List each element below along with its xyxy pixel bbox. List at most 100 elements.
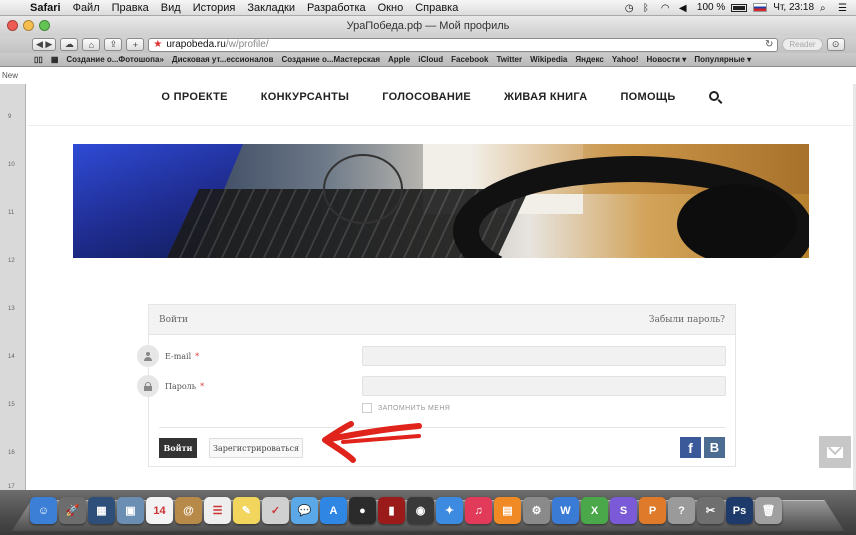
browser-window: УраПобеда.рф — Мой профиль ◀ ▶ ☁ ⌂ ⇪ + ★…	[0, 16, 856, 490]
downloads-icon[interactable]: ⊙	[826, 38, 845, 51]
email-field[interactable]	[362, 346, 726, 366]
excel-icon[interactable]: X	[581, 497, 608, 524]
menu-window[interactable]: Окно	[372, 2, 410, 14]
envelope-icon	[827, 446, 843, 458]
bookmark-item[interactable]: Twitter	[492, 55, 526, 64]
facetime-icon[interactable]: ●	[349, 497, 376, 524]
reload-icon[interactable]: ↻	[765, 39, 773, 50]
ruler-tick: 9	[8, 114, 12, 120]
bookmark-item[interactable]: Популярные ▾	[690, 55, 755, 64]
ibooks-icon[interactable]: ▤	[494, 497, 521, 524]
top-sites-icon[interactable]: ▦	[47, 55, 63, 64]
notification-center-icon[interactable]: ☰	[838, 3, 850, 14]
register-button[interactable]: Зарегистрироваться	[209, 438, 303, 458]
address-bar[interactable]: ★ urapobeda.ru/w/profile/ ↻	[148, 37, 779, 52]
notes-icon[interactable]: ✎	[233, 497, 260, 524]
vk-login-icon[interactable]: B	[704, 437, 725, 458]
nav-contestants[interactable]: КОНКУРСАНТЫ	[261, 91, 349, 103]
zoom-window-button[interactable]	[39, 20, 50, 31]
nav-living-book[interactable]: ЖИВАЯ КНИГА	[504, 91, 588, 103]
battery-icon[interactable]	[731, 3, 748, 12]
remember-me[interactable]: ЗАПОМНИТЬ МЕНЯ	[362, 403, 450, 413]
bookmark-item[interactable]: Создание о...Фотошопа»	[62, 55, 168, 64]
login-button[interactable]: Войти	[159, 438, 197, 458]
menu-edit[interactable]: Правка	[106, 2, 155, 14]
textedit-icon[interactable]: ✓	[262, 497, 289, 524]
password-field[interactable]	[362, 376, 726, 396]
volume-icon[interactable]: ◀	[679, 3, 691, 14]
contacts-icon[interactable]: @	[175, 497, 202, 524]
battery-percent: 100 %	[696, 2, 726, 13]
facebook-login-icon[interactable]: f	[680, 437, 701, 458]
site-nav: О ПРОЕКТЕ КОНКУРСАНТЫ ГОЛОСОВАНИЕ ЖИВАЯ …	[27, 68, 853, 126]
utility-icon[interactable]: ✂	[697, 497, 724, 524]
nav-voting[interactable]: ГОЛОСОВАНИЕ	[382, 91, 471, 103]
menu-history[interactable]: История	[187, 2, 242, 14]
messages-icon[interactable]: 💬	[291, 497, 318, 524]
bookmark-item[interactable]: Wikipedia	[526, 55, 571, 64]
bookmark-item[interactable]: Yahoo!	[608, 55, 643, 64]
app-store-icon[interactable]: A	[320, 497, 347, 524]
mission-control-icon[interactable]: ▦	[88, 497, 115, 524]
window-title: УраПобеда.рф — Мой профиль	[346, 20, 510, 32]
menu-develop[interactable]: Разработка	[301, 2, 372, 14]
calendar-icon[interactable]: 14	[146, 497, 173, 524]
red-annotation-arrow	[322, 421, 422, 463]
menu-file[interactable]: Файл	[67, 2, 106, 14]
time-machine-icon[interactable]: ◷	[625, 3, 637, 14]
menu-bar: Safari Файл Правка Вид История Закладки …	[0, 0, 856, 16]
system-preferences-icon[interactable]: ⚙	[523, 497, 550, 524]
photoshop-icon[interactable]: Ps	[726, 497, 753, 524]
itunes-icon[interactable]: ♫	[465, 497, 492, 524]
safari-icon[interactable]: ✦	[436, 497, 463, 524]
finder-icon[interactable]: ☺	[30, 497, 57, 524]
search-icon[interactable]	[708, 90, 719, 101]
bookmark-item[interactable]: Новости ▾	[643, 55, 691, 64]
dock-icons: ☺ 🚀 ▦ ▣ 14 @ ☰ ✎ ✓ 💬 A ● ▮ ◉ ✦ ♫ ▤ ⚙ W X S P? ✂ Ps 🗑	[30, 497, 782, 524]
trash-icon[interactable]: 🗑	[755, 497, 782, 524]
share-icon[interactable]: ⇪	[104, 38, 123, 51]
skype-icon[interactable]: S	[610, 497, 637, 524]
photo-booth-icon[interactable]: ▮	[378, 497, 405, 524]
reader-button[interactable]: Reader	[782, 38, 823, 51]
nav-about[interactable]: О ПРОЕКТЕ	[161, 91, 227, 103]
reading-list-icon[interactable]: ▯▯	[30, 55, 47, 64]
bookmark-item[interactable]: Facebook	[447, 55, 492, 64]
minimize-window-button[interactable]	[23, 20, 34, 31]
launchpad-icon[interactable]: 🚀	[59, 497, 86, 524]
bluetooth-icon[interactable]: ᛒ	[643, 3, 655, 14]
menu-view[interactable]: Вид	[155, 2, 187, 14]
spotlight-icon[interactable]: ⌕	[820, 3, 832, 14]
add-bookmark-icon[interactable]: +	[126, 38, 145, 51]
bookmark-item[interactable]: Яндекс	[571, 55, 607, 64]
bookmark-item[interactable]: Apple	[384, 55, 414, 64]
mail-contact-button[interactable]	[819, 436, 851, 468]
icloud-tabs-icon[interactable]: ☁	[60, 38, 79, 51]
wifi-icon[interactable]: ◠	[661, 3, 673, 14]
menu-safari[interactable]: Safari	[24, 2, 67, 14]
email-label: E-mail *	[165, 351, 200, 361]
remember-me-checkbox[interactable]	[362, 403, 372, 413]
web-page: О ПРОЕКТЕ КОНКУРСАНТЫ ГОЛОСОВАНИЕ ЖИВАЯ …	[27, 68, 853, 490]
close-window-button[interactable]	[7, 20, 18, 31]
bookmark-item[interactable]: Дисковая ут...ессионалов	[168, 55, 278, 64]
nav-help[interactable]: ПОМОЩЬ	[620, 91, 675, 103]
powerpoint-icon[interactable]: P	[639, 497, 666, 524]
word-icon[interactable]: W	[552, 497, 579, 524]
home-icon[interactable]: ⌂	[82, 38, 101, 51]
menu-bookmarks[interactable]: Закладки	[241, 2, 301, 14]
preview-icon[interactable]: ▣	[117, 497, 144, 524]
bookmark-item[interactable]: iCloud	[414, 55, 447, 64]
menu-help[interactable]: Справка	[409, 2, 464, 14]
hero-banner-image	[73, 144, 809, 258]
forgot-password-link[interactable]: Забыли пароль?	[649, 315, 725, 325]
clock[interactable]: Чт, 23:18	[773, 2, 814, 13]
login-card-header: Войти Забыли пароль?	[149, 305, 735, 335]
divider	[159, 427, 726, 428]
input-source-flag-icon[interactable]	[753, 3, 768, 12]
reminders-icon[interactable]: ☰	[204, 497, 231, 524]
bookmark-item[interactable]: Создание о...Мастерская	[277, 55, 384, 64]
dvd-icon[interactable]: ◉	[407, 497, 434, 524]
help-icon[interactable]: ?	[668, 497, 695, 524]
back-forward-button[interactable]: ◀ ▶	[32, 38, 57, 51]
